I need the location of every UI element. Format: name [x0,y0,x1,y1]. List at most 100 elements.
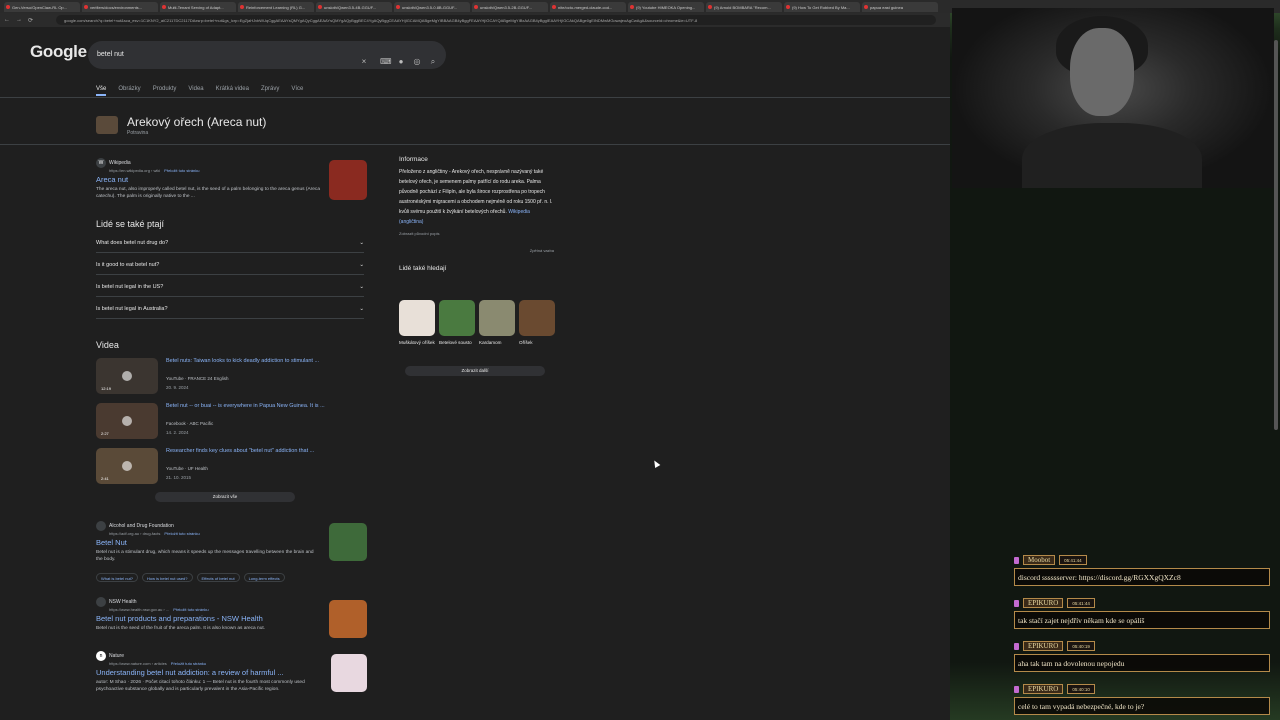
scrollbar[interactable] [1274,40,1278,430]
translate-link[interactable]: Přeložit tuto stránku [164,168,199,173]
knowledge-panel: Informace Přeloženo z angličtiny - Areko… [399,156,554,272]
tab-images[interactable]: Obrázky [118,86,140,96]
result-title[interactable]: Betel Nut [96,538,321,547]
result-title[interactable]: Understanding betel nut addiction: a rev… [96,668,321,677]
paa-question[interactable]: Is it good to eat betel nut? ⌄ [96,262,364,275]
chat-username: EPIKURO [1023,684,1064,694]
result-snippet: autor: M Shao · 2026 · Počet citací toho… [96,680,305,692]
chevron-down-icon: ⌄ [359,284,364,290]
mic-icon[interactable]: ● [397,58,405,66]
tab-videos[interactable]: Videa [188,86,203,96]
result-snippet: Betel nut is a stimulant drug, which mea… [96,550,314,562]
also-search-item[interactable]: Kardamom [479,300,515,346]
search-icon[interactable]: ⌕ [429,58,437,66]
video-title[interactable]: Researcher finds key clues about "betel … [166,448,366,454]
chat-username: EPIKURO [1023,598,1064,608]
browser-tab[interactable]: Multi-Tenant Serving of Adapt... [160,1,236,12]
paa-question[interactable]: What does betel nut drug do? ⌄ [96,240,364,253]
tab-more[interactable]: Více [291,86,303,96]
chat-badge-icon [1014,642,1019,650]
tab-all[interactable]: Vše [96,86,107,96]
result-snippet: Betel nut is the seed of the fruit of th… [96,626,266,631]
lens-icon[interactable]: ◎ [413,58,421,66]
kp-original-link[interactable]: Zobrazit původní popis [399,231,554,236]
translate-link[interactable]: Přeložit tuto stránku [173,607,208,612]
video-date: 14. 2. 2024 [166,430,189,435]
video-duration: 2:41 [101,476,109,481]
chat-time: 05:40:10 [1067,684,1095,694]
sitelink-chip[interactable]: How is betel nut used? [142,573,193,582]
chat-text: tak stačí zajet nejdřív někam kde se opá… [1014,611,1270,629]
result-title[interactable]: Betel nut products and preparations - NS… [96,614,321,623]
site-icon [96,521,106,531]
search-result: NSW Health https://www.health.nsw.gov.au… [96,597,321,632]
browser-tab[interactable]: nite/octo-merged-claude-cod... [550,1,626,12]
result-thumbnail[interactable] [329,600,367,638]
play-icon [122,461,132,471]
video-result[interactable]: 2:27 Betel nut -- or buai -- is everywhe… [96,403,366,441]
show-all-videos-button[interactable]: Zobrazit vše [155,492,295,502]
video-title[interactable]: Betel nuts: Taiwan looks to kick deadly … [166,358,366,364]
chevron-down-icon: ⌄ [359,306,364,312]
sitelink-chip[interactable]: Effects of betel nut [196,573,240,582]
address-bar: ← → ⟳ google.com/search?q=betel+nut&sca_… [0,13,950,27]
browser-tab[interactable]: (9) Youtube HIMEOKA Opening... [628,1,704,12]
search-input[interactable]: betel nut [88,41,446,69]
also-search-item[interactable]: Oříšek [519,300,555,346]
browser-tab[interactable]: unsloth/Qwen3.5-0.8B-GGUF... [394,1,470,12]
mouse-cursor [651,458,661,469]
browser-tab[interactable]: papua east guinea [862,1,938,12]
video-result[interactable]: 12:19 Betel nuts: Taiwan looks to kick d… [96,358,366,396]
browser-tab[interactable]: (9) How To Get Robbed By Ma... [784,1,860,12]
video-title[interactable]: Betel nut -- or buai -- is everywhere in… [166,403,366,409]
browser-tab[interactable]: Reinforcement Learning (RL) G... [238,1,314,12]
search-result: n Nature https://www.nature.com › article… [96,651,321,693]
tab-news[interactable]: Zprávy [261,86,279,96]
videos-heading: Videa [96,340,119,350]
result-source: Wikipedia [109,160,131,166]
sitelink-chip[interactable]: What is betel nut? [96,573,139,582]
result-url: https://www.nature.com › articles [109,661,167,666]
translate-link[interactable]: Přeložit tuto stránku [164,531,199,536]
browser-tab[interactable]: (9) Arnold BOMBARA "Recom... [706,1,782,12]
webcam-overlay [952,8,1274,188]
chevron-down-icon: ⌄ [359,240,364,246]
show-more-button[interactable]: Zobrazit další [405,366,545,376]
clear-icon[interactable]: × [360,58,368,66]
result-thumbnail[interactable] [329,160,367,200]
browser-tab[interactable]: verifiers/docs/environments... [82,1,158,12]
result-title[interactable]: Areca nut [96,175,321,184]
back-icon[interactable]: ← [4,17,12,23]
entity-subtitle: Potravina [127,130,149,136]
chat-message: EPIKURO 05:40:10 celé to tam vypadá nebez… [1014,684,1270,715]
result-thumbnail[interactable] [329,523,367,561]
keyboard-icon[interactable]: ⌨ [380,58,392,66]
video-result[interactable]: 2:41 Researcher finds key clues about "b… [96,448,366,486]
result-thumbnail[interactable] [331,654,367,692]
paa-question[interactable]: Is betel nut legal in the US? ⌄ [96,284,364,297]
reload-icon[interactable]: ⟳ [28,17,36,24]
also-search-label: Oříšek [519,340,533,345]
chat-text: celé to tam vypadá nebezpečné, kde to je… [1014,697,1270,715]
paa-question[interactable]: Is betel nut legal in Australia? ⌄ [96,306,364,319]
forward-icon[interactable]: → [16,17,24,23]
video-source: Facebook · ABC Pacific [166,421,214,426]
result-snippet: The areca nut, also improperly called be… [96,187,320,199]
search-result: Alcohol and Drug Foundation https://adf.… [96,521,321,563]
also-search-item[interactable]: Betelové sousto [439,300,475,346]
google-logo[interactable]: Google [30,42,87,62]
tab-short-videos[interactable]: Krátká videa [216,86,249,96]
browser-tab[interactable]: unsloth/Qwen3.5-2B-GGUF... [472,1,548,12]
also-search-heading: Lidé také hledají [399,265,447,272]
also-search-item[interactable]: Muškátový oříšek [399,300,435,346]
browser-tab[interactable]: Gen-Verso/OpenClaw-RL Op... [4,1,80,12]
tab-products[interactable]: Produkty [153,86,177,96]
feedback-link[interactable]: Zpětná vazba [399,248,554,253]
url-field[interactable]: google.com/search?q=betel+nut&sca_esv=1C… [56,15,936,25]
translate-link[interactable]: Přeložit tuto stránku [171,661,206,666]
sitelink-chip[interactable]: Long-term effects [243,573,285,582]
entity-image[interactable] [96,116,118,134]
video-duration: 12:19 [101,386,112,391]
browser-tab[interactable]: unsloth/Qwen3.5-4B-GGUF... [316,1,392,12]
search-tabs: Vše Obrázky Produkty Videa Krátká videa … [96,86,303,96]
